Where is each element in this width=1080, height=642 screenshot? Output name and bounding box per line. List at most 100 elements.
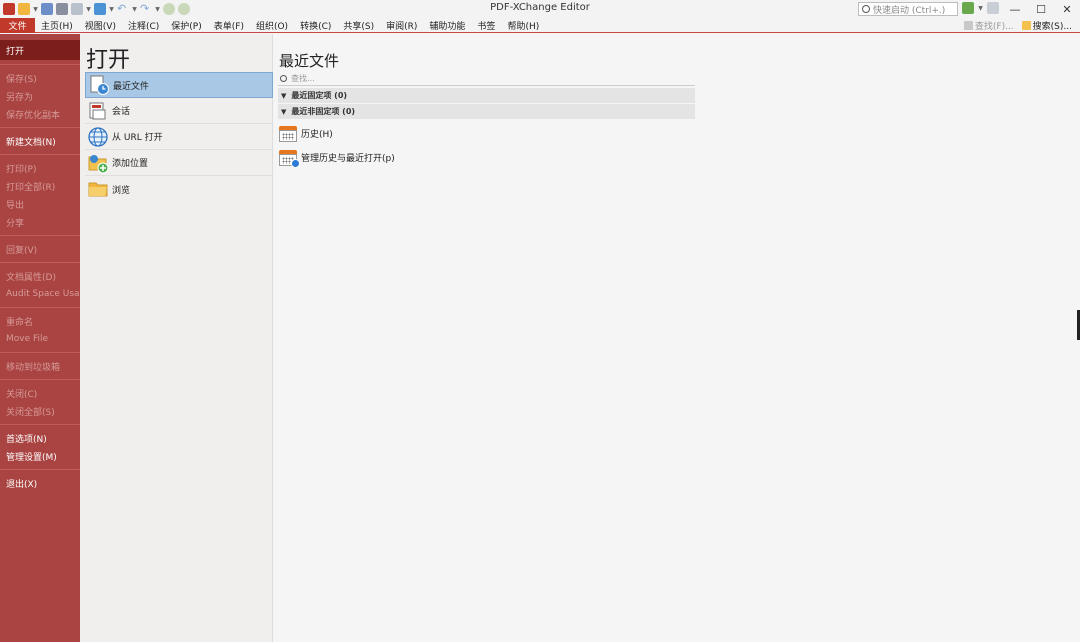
backstage-menu: 打开 保存(S) 另存为 保存优化副本 新建文档(N) 打印(P) 打印全部(R… xyxy=(0,34,91,642)
unpinned-group-label: 最近非固定项 (0) xyxy=(291,107,356,116)
open-dropdown-icon[interactable]: ▼ xyxy=(33,3,38,15)
calendar-icon xyxy=(278,123,298,143)
menu-bookmarks[interactable]: 书签 xyxy=(471,18,501,33)
menu-help[interactable]: 帮助(H) xyxy=(501,18,545,33)
backstage-export[interactable]: 导出 xyxy=(0,195,80,213)
menu-file[interactable]: 文件 xyxy=(0,17,35,33)
ui-options-icon[interactable] xyxy=(962,2,974,14)
scan-dropdown-icon[interactable]: ▼ xyxy=(86,3,91,15)
search-button[interactable]: 搜索(S)... xyxy=(1021,19,1072,32)
search-label: 搜索(S)... xyxy=(1032,22,1072,32)
session-icon xyxy=(87,100,109,122)
add-location-icon xyxy=(87,152,109,174)
menu-accessibility[interactable]: 辅助功能 xyxy=(423,18,471,33)
open-option-label: 最近文件 xyxy=(113,81,150,92)
menu-convert[interactable]: 转换(C) xyxy=(294,18,337,33)
backstage-move-file[interactable]: Move File xyxy=(0,330,80,348)
menu-form[interactable]: 表单(F) xyxy=(208,18,250,33)
open-option-add-location[interactable]: 添加位置 xyxy=(85,150,273,176)
backstage-revert[interactable]: 回复(V) xyxy=(0,240,80,258)
quick-access-toolbar: ▼ ▼ ▼ ↶ ▼ ↷ ▼ xyxy=(0,0,190,18)
scan-icon[interactable] xyxy=(71,3,83,15)
unpinned-group-header[interactable]: ▼ 最近非固定项 (0) xyxy=(278,104,695,119)
redo-dropdown-icon[interactable]: ▼ xyxy=(155,3,160,15)
divider xyxy=(0,379,80,380)
menu-view[interactable]: 视图(V) xyxy=(79,18,122,33)
backstage-share[interactable]: 分享 xyxy=(0,213,80,231)
search-icon xyxy=(280,75,287,82)
open-option-browse[interactable]: 浏览 xyxy=(85,176,273,202)
backstage-document-properties[interactable]: 文档属性(D) xyxy=(0,267,80,285)
backstage-save-as[interactable]: 另存为 xyxy=(0,87,80,105)
pinned-group-label: 最近固定项 (0) xyxy=(291,91,348,100)
cloud-icon[interactable] xyxy=(94,3,106,15)
menu-protect[interactable]: 保护(P) xyxy=(165,18,207,33)
divider xyxy=(0,424,80,425)
history-link[interactable]: 历史(H) xyxy=(278,123,333,143)
menu-comment[interactable]: 注释(C) xyxy=(122,18,165,33)
quick-launch-placeholder: 快速启动 (Ctrl+.) xyxy=(873,5,946,16)
calendar-settings-icon xyxy=(278,147,300,168)
open-folder-icon[interactable] xyxy=(18,3,30,15)
minimize-button[interactable]: — xyxy=(1002,0,1028,18)
find-label: 查找(F)... xyxy=(974,22,1014,32)
print-icon[interactable] xyxy=(56,3,68,15)
backstage-close[interactable]: 关闭(C) xyxy=(0,384,80,402)
forward-icon[interactable] xyxy=(178,3,190,15)
backstage-audit-space-usage[interactable]: Audit Space Usage xyxy=(0,285,91,303)
open-heading: 打开 xyxy=(86,48,131,73)
recent-file-icon xyxy=(88,74,110,96)
undo-dropdown-icon[interactable]: ▼ xyxy=(132,3,137,15)
quick-launch-input[interactable]: 快速启动 (Ctrl+.) xyxy=(858,2,958,16)
backstage-save-optimized[interactable]: 保存优化副本 xyxy=(0,105,80,123)
maximize-button[interactable]: ☐ xyxy=(1028,0,1054,18)
menu-bar: 文件 主页(H) 视图(V) 注释(C) 保护(P) 表单(F) 组织(O) 转… xyxy=(0,17,1080,33)
recent-files-heading: 最近文件 xyxy=(279,52,340,70)
cloud-dropdown-icon[interactable]: ▼ xyxy=(109,3,114,15)
folder-icon xyxy=(87,178,109,200)
backstage-preferences[interactable]: 首选项(N) xyxy=(0,429,80,447)
recent-search-input[interactable]: 查找... xyxy=(278,72,695,86)
manage-history-label: 管理历史与最近打开(p) xyxy=(301,153,395,164)
backstage-print-all[interactable]: 打印全部(R) xyxy=(0,177,80,195)
backstage-close-all[interactable]: 关闭全部(S) xyxy=(0,402,80,420)
backstage-move-to-recycle[interactable]: 移动到垃圾箱 xyxy=(0,357,80,375)
divider xyxy=(0,469,80,470)
redo-icon[interactable]: ↷ xyxy=(140,3,152,15)
layout-icon[interactable] xyxy=(987,2,999,14)
divider xyxy=(0,235,80,236)
manage-history-link[interactable]: 管理历史与最近打开(p) xyxy=(278,147,395,168)
title-bar: ▼ ▼ ▼ ↶ ▼ ↷ ▼ PDF-XChange Editor 快速启动 (C… xyxy=(0,0,1080,18)
close-window-button[interactable]: ✕ xyxy=(1054,0,1080,18)
find-icon xyxy=(963,21,973,30)
open-option-label: 添加位置 xyxy=(112,159,149,169)
menu-organize[interactable]: 组织(O) xyxy=(250,18,294,33)
find-button[interactable]: 查找(F)... xyxy=(963,19,1014,32)
divider xyxy=(0,127,80,128)
open-option-session[interactable]: 会话 xyxy=(85,98,273,124)
backstage-new-document[interactable]: 新建文档(N) xyxy=(0,132,80,150)
globe-icon xyxy=(87,126,109,148)
menu-home[interactable]: 主页(H) xyxy=(35,18,79,33)
search-icon xyxy=(862,5,870,13)
divider xyxy=(0,307,80,308)
pinned-group-header[interactable]: ▼ 最近固定项 (0) xyxy=(278,88,695,103)
save-icon[interactable] xyxy=(41,3,53,15)
menu-share[interactable]: 共享(S) xyxy=(337,18,380,33)
backstage-print[interactable]: 打印(P) xyxy=(0,159,80,177)
open-option-from-url[interactable]: 从 URL 打开 xyxy=(85,124,273,150)
ui-options-dropdown-icon[interactable]: ▼ xyxy=(978,2,983,14)
back-icon[interactable] xyxy=(163,3,175,15)
backstage-rename[interactable]: 重命名 xyxy=(0,312,80,330)
open-option-label: 浏览 xyxy=(112,185,131,196)
backstage-open[interactable]: 打开 xyxy=(0,40,80,60)
backstage-manage-settings[interactable]: 管理设置(M) xyxy=(0,447,80,465)
undo-icon[interactable]: ↶ xyxy=(117,3,129,15)
search-folder-icon xyxy=(1021,21,1031,30)
backstage-save[interactable]: 保存(S) xyxy=(0,69,80,87)
backstage-exit[interactable]: 退出(X) xyxy=(0,474,80,492)
menu-review[interactable]: 审阅(R) xyxy=(380,18,423,33)
chevron-down-icon: ▼ xyxy=(281,107,287,116)
app-logo-icon[interactable] xyxy=(3,3,15,15)
open-option-recent-files[interactable]: 最近文件 xyxy=(85,72,273,98)
